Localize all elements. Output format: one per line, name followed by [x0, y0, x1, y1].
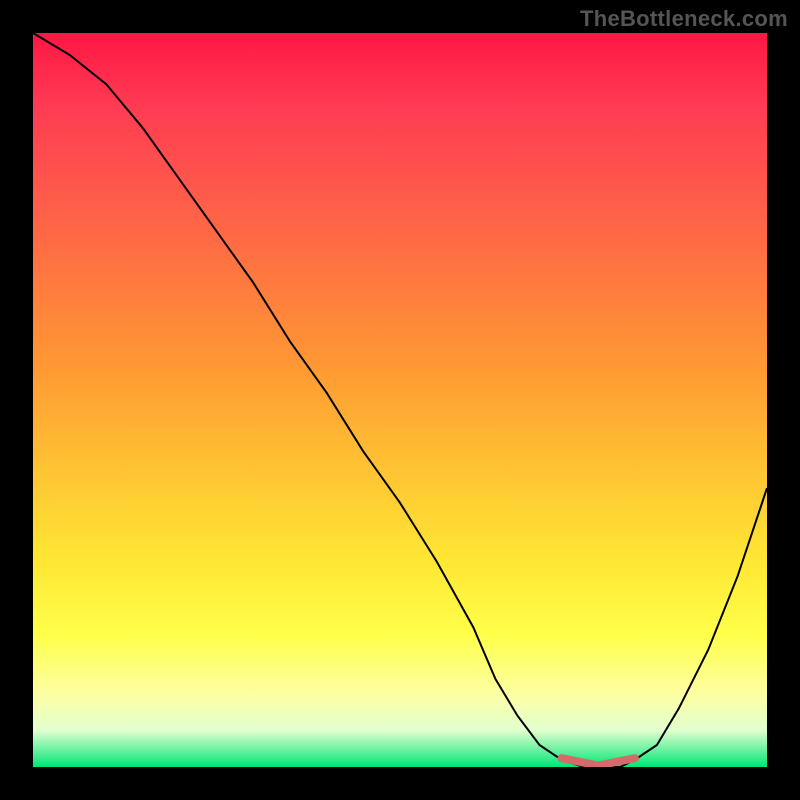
- bottleneck-curve: [33, 33, 767, 767]
- plateau-marker: [562, 758, 635, 765]
- curve-layer: [33, 33, 767, 767]
- chart-container: TheBottleneck.com: [0, 0, 800, 800]
- watermark-text: TheBottleneck.com: [580, 6, 788, 32]
- plot-frame: [33, 33, 767, 767]
- plot-area: [33, 33, 767, 767]
